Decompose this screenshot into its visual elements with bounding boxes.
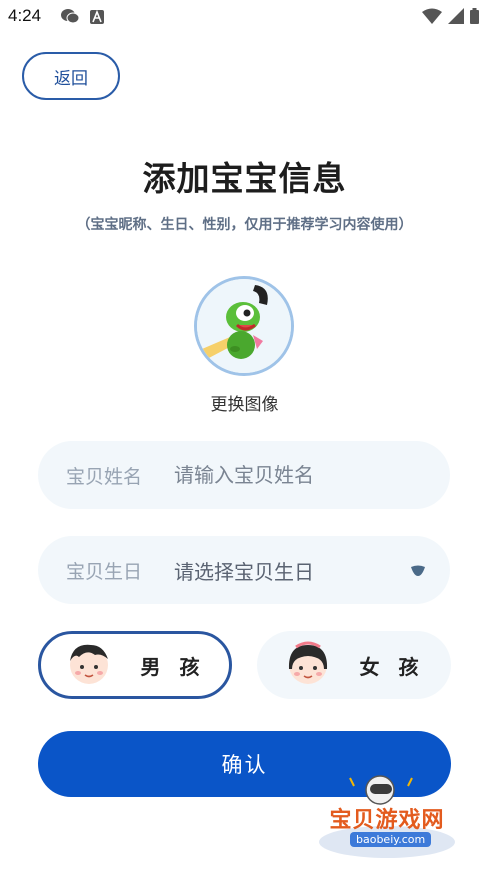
watermark-url: baobeiy.com (350, 832, 432, 847)
name-field-label: 宝贝姓名 (66, 465, 143, 488)
name-field[interactable]: 宝贝姓名 (38, 441, 450, 509)
dinosaur-avatar-icon (197, 279, 291, 373)
watermark-name: 宝贝游戏网 (329, 808, 445, 833)
status-bar: 4:24 (0, 0, 489, 34)
watermark-logo: 宝贝游戏网 baobeiy.com (312, 772, 462, 864)
a-icon (90, 9, 104, 28)
dropdown-icon[interactable] (410, 562, 426, 581)
gender-girl-label: 女 孩 (359, 654, 425, 679)
name-input[interactable] (174, 463, 414, 487)
change-avatar-label[interactable]: 更换图像 (0, 390, 489, 415)
signal-icon (448, 8, 464, 28)
girl-face-icon (284, 639, 332, 691)
gender-boy-label: 男 孩 (140, 654, 206, 679)
gender-boy-button[interactable]: 男 孩 (38, 631, 232, 699)
avatar[interactable] (194, 276, 294, 376)
battery-icon (470, 8, 479, 28)
page-subtitle: （宝宝昵称、生日、性别，仅用于推荐学习内容使用） (76, 217, 413, 233)
birthday-field[interactable]: 宝贝生日 请选择宝贝生日 (38, 536, 450, 604)
gender-girl-button[interactable]: 女 孩 (257, 631, 451, 699)
boy-face-icon (65, 639, 113, 691)
wifi-icon (422, 8, 442, 28)
status-time: 4:24 (8, 6, 42, 25)
back-button[interactable]: 返回 (22, 52, 120, 100)
birthday-field-label: 宝贝生日 (66, 560, 143, 583)
wechat-icon (60, 8, 80, 28)
page-title: 添加宝宝信息 (142, 159, 347, 198)
birthday-select[interactable]: 请选择宝贝生日 (174, 556, 314, 585)
